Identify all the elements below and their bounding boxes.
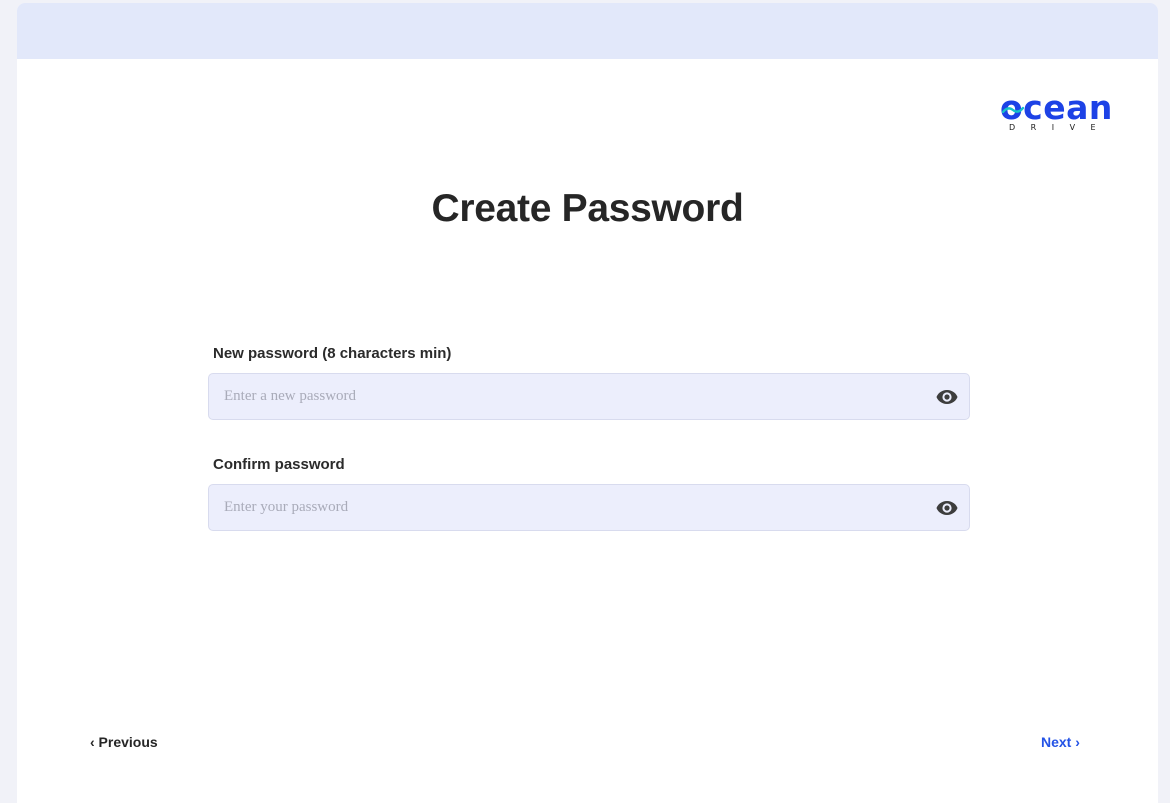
next-button[interactable]: Next › bbox=[1041, 734, 1080, 750]
new-password-label: New password (8 characters min) bbox=[213, 345, 452, 362]
eye-icon[interactable] bbox=[935, 385, 959, 409]
confirm-password-field-wrap bbox=[208, 484, 970, 531]
confirm-password-label: Confirm password bbox=[213, 456, 345, 473]
new-password-field-wrap bbox=[208, 373, 970, 420]
logo-wave-icon bbox=[1002, 106, 1024, 114]
card-header-band bbox=[17, 3, 1158, 59]
page-title: Create Password bbox=[431, 187, 744, 230]
brand-logo: ocean DRIVE bbox=[1000, 90, 1124, 140]
eye-icon[interactable] bbox=[935, 496, 959, 520]
confirm-password-input[interactable] bbox=[209, 485, 969, 530]
logo-subtext: DRIVE bbox=[1009, 123, 1112, 132]
new-password-input[interactable] bbox=[209, 374, 969, 419]
form-card: ocean DRIVE Create Password New password… bbox=[17, 3, 1158, 803]
previous-button[interactable]: ‹ Previous bbox=[90, 734, 158, 750]
